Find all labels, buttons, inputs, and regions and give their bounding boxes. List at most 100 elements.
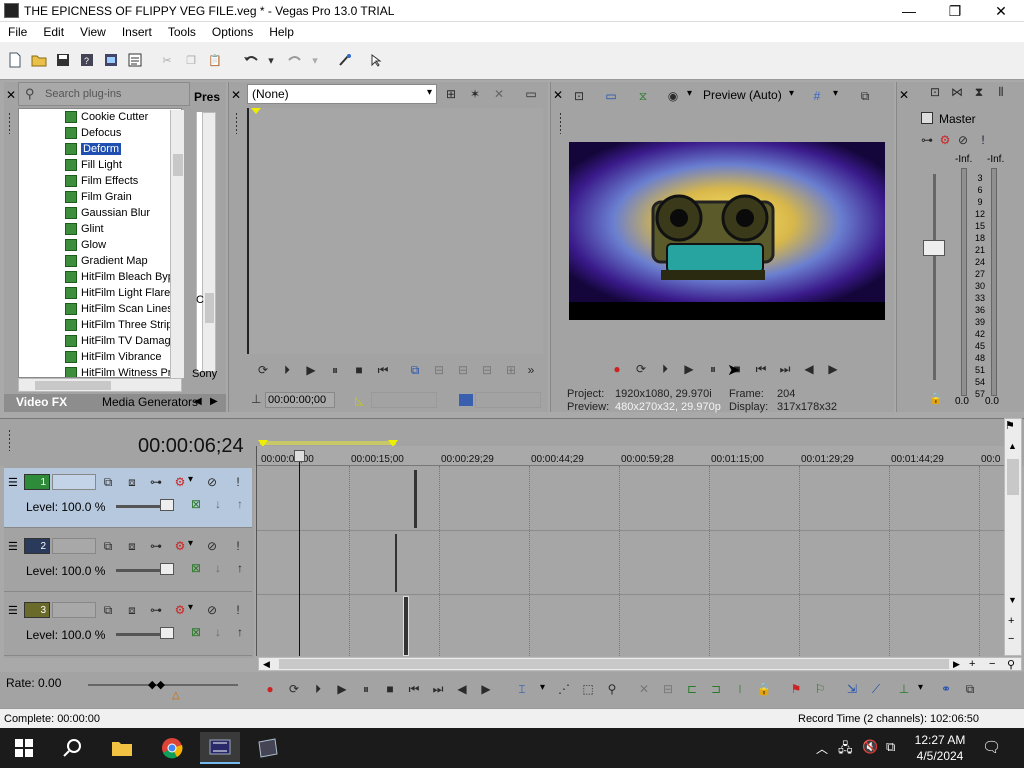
track-fx-gear-icon[interactable]: ⚙	[172, 474, 188, 490]
insert-marker-icon[interactable]: ⚑	[788, 681, 804, 697]
trim-select-icon[interactable]: ⧉	[407, 362, 423, 378]
show-hidden-icons-chevron-icon[interactable]: ︿	[816, 740, 828, 757]
auto-ripple-icon[interactable]: ⇲	[844, 681, 860, 697]
paste-icon[interactable]: 📋	[206, 51, 224, 69]
trimmer-view[interactable]	[247, 108, 543, 354]
video-clip[interactable]	[395, 534, 397, 592]
solo-icon[interactable]: !	[230, 538, 246, 554]
play-from-start-icon[interactable]: ⏵	[657, 361, 673, 377]
external-monitor-icon[interactable]: ▭	[603, 88, 619, 104]
lock-icon[interactable]: 🔒	[756, 681, 772, 697]
plugin-item-selected[interactable]: Deform	[19, 141, 181, 157]
plugin-item[interactable]: HitFilm Bleach Byp	[19, 269, 181, 285]
trim-icon[interactable]: ⊞	[503, 362, 519, 378]
make-compositing-child-icon[interactable]: ↓	[210, 496, 226, 512]
chevron-down-icon[interactable]: ▾	[540, 682, 545, 693]
overlays-icon[interactable]: ◉	[665, 88, 681, 104]
windows-start-icon[interactable]	[4, 732, 44, 764]
magic-wand-icon[interactable]: ✶	[467, 86, 483, 102]
loop-playback-icon[interactable]: ⟳	[633, 361, 649, 377]
plugin-item[interactable]: HitFilm Three Strip	[19, 317, 181, 333]
go-to-end-icon[interactable]: ⏭	[777, 361, 793, 377]
go-to-start-icon[interactable]: ⏮	[406, 681, 422, 697]
trimmer-duration-box[interactable]	[475, 392, 541, 408]
mute-icon[interactable]: ⊘	[204, 538, 220, 554]
scroll-thumb[interactable]	[205, 293, 214, 323]
split-icon[interactable]: ⧘	[732, 681, 748, 697]
panel-grip-handle[interactable]	[8, 429, 11, 451]
compositing-mode-icon[interactable]: ⊠	[188, 496, 204, 512]
trim-icon[interactable]: ⊟	[455, 362, 471, 378]
playhead-cursor[interactable]	[299, 452, 300, 656]
video-preview-frame[interactable]	[569, 142, 885, 320]
panel-grip-handle[interactable]	[8, 112, 11, 134]
chevron-down-icon[interactable]: ▾	[789, 88, 794, 99]
track-collapse-icon[interactable]: ☰	[8, 540, 18, 553]
menu-insert[interactable]: Insert	[114, 25, 160, 39]
more-icon[interactable]: »	[523, 362, 539, 378]
play-icon[interactable]: ▶	[334, 681, 350, 697]
chrome-icon[interactable]	[152, 732, 192, 764]
auto-crossfade-icon[interactable]: ⚭	[938, 681, 954, 697]
snap-icon[interactable]: ⊥	[896, 681, 912, 697]
chevron-down-icon[interactable]: ▾	[833, 88, 838, 99]
trimmer-selection-box[interactable]	[371, 392, 437, 408]
track-fx-gear-icon[interactable]: ⚙	[172, 602, 188, 618]
trimmer-timecode[interactable]: 00:00:00;00	[265, 392, 335, 408]
tab-scroll-right-icon[interactable]: ▶	[210, 396, 218, 407]
previous-frame-icon[interactable]: ◀	[454, 681, 470, 697]
screen-capture-icon[interactable]: ⧉	[886, 739, 895, 755]
track-fx-gear-icon[interactable]: ⚙	[172, 538, 188, 554]
plugin-item[interactable]: HitFilm Vibrance	[19, 349, 181, 365]
rate-slider-handle[interactable]: ◆◆	[148, 678, 165, 691]
enable-snapping-icon[interactable]	[336, 51, 354, 69]
normal-edit-tool-icon[interactable]: ⌶	[514, 681, 530, 697]
new-file-icon[interactable]	[6, 51, 24, 69]
track-name-field[interactable]	[52, 474, 96, 490]
scroll-down-icon[interactable]: ▼	[1008, 595, 1017, 605]
undo-dropdown-icon[interactable]: ▾	[262, 51, 280, 69]
trim-end-icon[interactable]: ⊐	[708, 681, 724, 697]
flag-icon[interactable]: ⚑	[1005, 419, 1015, 432]
make-compositing-parent-icon[interactable]: ↑	[232, 496, 248, 512]
downmix-icon[interactable]: ⋈	[949, 84, 965, 100]
scroll-thumb[interactable]	[1007, 459, 1019, 495]
envelope-tool-icon[interactable]: ⋰	[556, 681, 572, 697]
trimmer-media-select[interactable]: (None) ▾	[247, 84, 437, 104]
copy-icon[interactable]: ❐	[182, 51, 200, 69]
track-motion-icon[interactable]: ⧉	[100, 474, 116, 490]
presets-vscroll[interactable]	[202, 112, 216, 372]
panel-close-icon[interactable]: ✕	[231, 88, 241, 102]
minimize-button[interactable]: —	[886, 0, 932, 22]
master-fader-handle[interactable]	[923, 240, 945, 256]
pan-icon[interactable]: ⊶	[148, 538, 164, 554]
maximize-button[interactable]: ❐	[932, 0, 978, 22]
cut-icon[interactable]: ✂	[158, 51, 176, 69]
plugin-item[interactable]: HitFilm Scan Lines	[19, 301, 181, 317]
record-icon[interactable]: ●	[262, 681, 278, 697]
timeline-tracks-area[interactable]: 00:00:00;00 00:00:15;00 00:00:29;29 00:0…	[256, 446, 1005, 656]
volume-muted-icon[interactable]: 🔇	[862, 739, 878, 755]
redo-dropdown-icon[interactable]: ▾	[306, 51, 324, 69]
loop-region-bar[interactable]	[260, 441, 396, 445]
loop-playback-icon[interactable]: ⟳	[286, 681, 302, 697]
play-icon[interactable]: ▶	[681, 361, 697, 377]
video-clip[interactable]	[403, 596, 409, 656]
delete-icon[interactable]: ✕	[636, 681, 652, 697]
scroll-up-icon[interactable]: ▲	[1008, 441, 1017, 451]
trim-icon[interactable]: ⊟	[431, 362, 447, 378]
tab-scroll-left-icon[interactable]: ◀	[194, 396, 202, 407]
zoom-tool-icon[interactable]: ⚲	[1007, 658, 1015, 671]
network-icon[interactable]: 🖧	[838, 739, 853, 761]
plugin-item[interactable]: Fill Light	[19, 157, 181, 173]
plugin-item[interactable]: Film Grain	[19, 189, 181, 205]
plugin-item[interactable]: HitFilm Witness Pr	[19, 365, 181, 377]
trimmer-monitor-icon[interactable]: ▭	[523, 86, 539, 102]
pan-icon[interactable]: ⊶	[148, 474, 164, 490]
chevron-down-icon[interactable]: ▾	[188, 538, 193, 549]
loop-playback-icon[interactable]: ⟳	[255, 362, 271, 378]
taskbar-time[interactable]: 12:27 AM	[908, 733, 972, 747]
plugin-tree[interactable]: Cookie Cutter Defocus Deform Fill Light …	[18, 108, 182, 378]
file-explorer-icon[interactable]	[102, 732, 142, 764]
previous-frame-icon[interactable]: ◀	[801, 361, 817, 377]
